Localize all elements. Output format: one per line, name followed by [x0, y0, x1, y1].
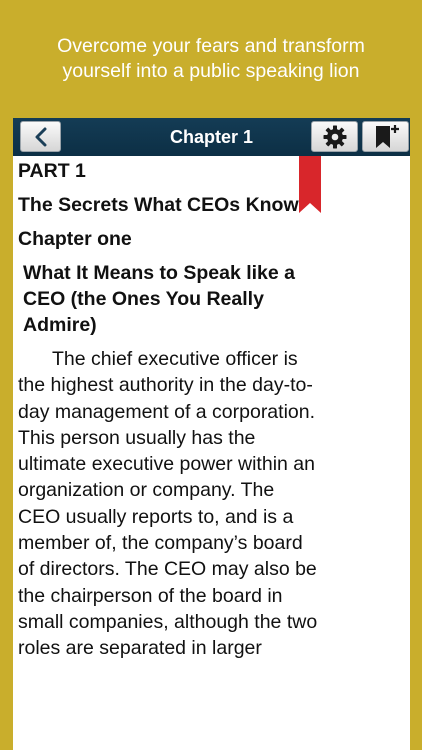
- navigation-bar: Chapter 1: [13, 118, 410, 156]
- back-button[interactable]: [20, 121, 61, 152]
- gear-icon: [323, 125, 346, 148]
- promo-line-2: yourself into a public speaking lion: [62, 60, 360, 82]
- section-title: The Secrets What CEOs Know: [18, 194, 299, 216]
- chapter-label: Chapter one: [18, 228, 132, 250]
- part-heading: PART 1: [18, 160, 86, 182]
- add-bookmark-button[interactable]: [362, 121, 409, 152]
- body-paragraph: The chief executive officer is the highe…: [18, 348, 318, 660]
- promo-line-1: Overcome your fears and transform: [57, 35, 365, 57]
- chevron-left-icon: [35, 127, 46, 146]
- chapter-title: Chapter 1: [169, 126, 254, 147]
- settings-button[interactable]: [311, 121, 358, 152]
- reader-screen: Chapter 1 PART 1 The Secrets What CEOs K…: [13, 118, 410, 750]
- chapter-heading: What It Means to Speak like a CEO (the O…: [23, 262, 295, 336]
- chapter-content: PART 1 The Secrets What CEOs Know Chapte…: [18, 156, 318, 681]
- promo-banner: Overcome your fears and transform yourse…: [0, 0, 422, 118]
- bookmark-plus-icon: [375, 124, 399, 148]
